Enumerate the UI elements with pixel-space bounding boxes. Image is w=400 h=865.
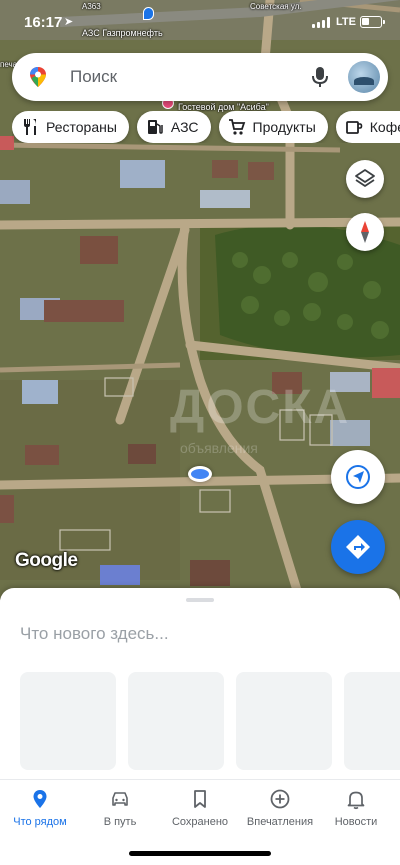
watermark-subtitle: объявления bbox=[180, 440, 258, 456]
search-bar[interactable]: Поиск bbox=[12, 53, 388, 101]
chip-label: АЗС bbox=[170, 119, 199, 135]
signal-icon bbox=[312, 17, 330, 28]
car-icon bbox=[112, 792, 128, 806]
status-time: 16:17 bbox=[24, 14, 63, 31]
location-arrow-icon: ➤ bbox=[64, 16, 74, 28]
placeholder-card[interactable] bbox=[236, 672, 332, 770]
watermark: ДОСКА bbox=[170, 381, 351, 434]
gas-station-icon bbox=[147, 120, 163, 134]
bell-icon bbox=[347, 791, 365, 810]
current-location-marker bbox=[188, 466, 212, 482]
add-circle-icon bbox=[270, 789, 290, 809]
chip-label: Кофейни bbox=[369, 119, 400, 135]
sheet-drag-handle[interactable] bbox=[186, 598, 214, 602]
tab-updates[interactable]: Новости bbox=[316, 788, 396, 828]
chip-label: Продукты bbox=[252, 119, 316, 135]
bookmark-icon bbox=[194, 790, 206, 808]
placeholder-card[interactable] bbox=[20, 672, 116, 770]
restaurant-icon bbox=[24, 119, 36, 135]
card-carousel[interactable] bbox=[20, 672, 400, 770]
compass-button[interactable] bbox=[346, 213, 384, 251]
placeholder-card[interactable] bbox=[128, 672, 224, 770]
my-location-button[interactable] bbox=[331, 450, 385, 504]
chip-groceries[interactable]: Продукты bbox=[218, 111, 328, 143]
tab-label: Сохранено bbox=[171, 816, 229, 828]
battery-tip bbox=[383, 20, 385, 24]
category-chips: Рестораны АЗС Продукты Кофейни bbox=[12, 111, 400, 143]
home-indicator[interactable] bbox=[129, 851, 271, 856]
coffee-icon bbox=[345, 121, 363, 134]
tab-label: Что рядом bbox=[13, 816, 67, 828]
search-input[interactable]: Поиск bbox=[70, 67, 117, 87]
chip-label: Рестораны bbox=[46, 119, 117, 135]
placeholder-card[interactable] bbox=[344, 672, 400, 770]
google-attribution: Google bbox=[15, 550, 78, 571]
tab-go[interactable]: В путь bbox=[80, 788, 160, 828]
cart-icon bbox=[228, 119, 245, 135]
google-maps-pin-icon bbox=[30, 67, 46, 87]
chip-coffee[interactable]: Кофейни bbox=[335, 111, 400, 143]
account-avatar[interactable] bbox=[348, 61, 380, 93]
location-pin-icon bbox=[33, 790, 47, 808]
network-type: LTE bbox=[336, 16, 356, 28]
tab-label: Новости bbox=[334, 816, 378, 828]
tab-label: Впечатления bbox=[246, 816, 314, 828]
directions-icon bbox=[346, 535, 370, 559]
directions-button[interactable] bbox=[331, 520, 385, 574]
navigation-arrow-icon bbox=[346, 465, 370, 489]
compass-icon bbox=[361, 221, 369, 243]
battery-icon bbox=[360, 16, 382, 28]
status-bar: 16:17 ➤ LTE bbox=[0, 0, 400, 44]
chip-gas-stations[interactable]: АЗС bbox=[136, 111, 211, 143]
tab-label: В путь bbox=[103, 816, 137, 828]
tab-contribute[interactable]: Впечатления bbox=[240, 788, 320, 828]
sheet-title: Что нового здесь... bbox=[20, 624, 169, 643]
chip-restaurants[interactable]: Рестораны bbox=[12, 111, 129, 143]
layers-icon bbox=[355, 169, 375, 187]
tab-explore[interactable]: Что рядом bbox=[0, 788, 80, 828]
tab-saved[interactable]: Сохранено bbox=[160, 788, 240, 828]
microphone-icon[interactable] bbox=[310, 65, 330, 89]
layers-button[interactable] bbox=[346, 160, 384, 198]
